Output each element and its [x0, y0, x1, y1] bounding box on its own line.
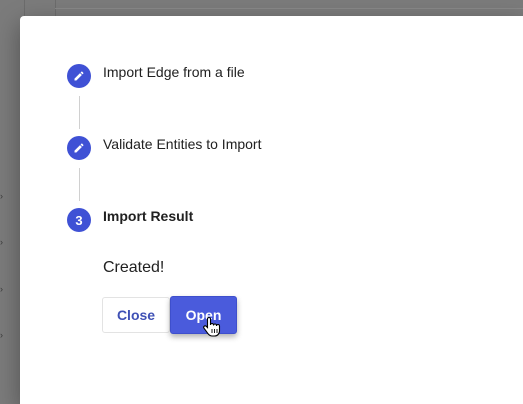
pencil-icon — [74, 71, 84, 81]
step-3-label: Import Result — [103, 208, 194, 224]
step-connector — [79, 96, 80, 129]
hand-pointer-icon — [203, 316, 221, 337]
chevron-icon: › — [0, 191, 3, 201]
step-2-label: Validate Entities to Import — [103, 136, 262, 152]
step-1-label: Import Edge from a file — [103, 64, 245, 80]
close-button[interactable]: Close — [102, 297, 170, 333]
chevron-icon: › — [0, 330, 3, 340]
step-1-indicator — [67, 64, 91, 88]
chevron-icon: › — [0, 237, 3, 247]
result-message: Created! — [103, 259, 165, 276]
step-2-indicator — [67, 136, 91, 160]
chevron-icon: › — [0, 284, 3, 294]
step-import-edge[interactable]: Import Edge from a file — [67, 64, 245, 88]
step-import-result[interactable]: 3 Import Result — [67, 208, 193, 232]
pencil-icon — [74, 143, 84, 153]
import-dialog: Import Edge from a file Validate Entitie… — [20, 16, 523, 404]
step-3-indicator: 3 — [67, 208, 91, 232]
step-connector — [79, 168, 80, 201]
step-validate-entities[interactable]: Validate Entities to Import — [67, 136, 261, 160]
background-divider — [55, 8, 523, 9]
